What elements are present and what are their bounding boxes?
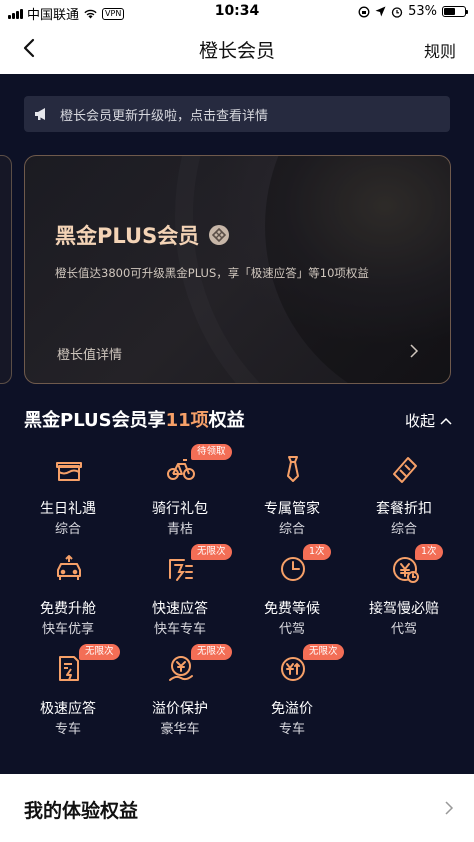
benefit-subtitle: 豪华车 bbox=[160, 722, 200, 737]
benefit-subtitle: 快车优享 bbox=[41, 622, 94, 637]
benefit-item[interactable]: 无限次 免溢价 专车 bbox=[237, 644, 347, 744]
benefit-item[interactable]: 待领取 骑行礼包 青桔 bbox=[125, 444, 235, 544]
benefit-item[interactable]: 无限次 快速应答 快车专车 bbox=[125, 544, 235, 644]
upgrade-notice[interactable]: 橙长会员更新升级啦，点击查看详情 bbox=[24, 96, 450, 132]
alarm-icon bbox=[391, 6, 403, 18]
benefit-item[interactable]: 1次 接驾慢必赔 代驾 bbox=[349, 544, 459, 644]
benefit-subtitle: 综合 bbox=[278, 522, 305, 537]
benefit-item[interactable]: 无限次 溢价保护 豪华车 bbox=[125, 644, 235, 744]
benefits-heading: 黑金PLUS会员享11项权益 bbox=[24, 406, 245, 432]
previous-card-peek[interactable] bbox=[0, 155, 12, 384]
benefits-count: 11项 bbox=[165, 410, 209, 431]
membership-title: 黑金PLUS会员 bbox=[55, 224, 200, 248]
growth-value-detail-link[interactable]: 橙长值详情 bbox=[57, 344, 122, 363]
benefit-title: 专属管家 bbox=[264, 501, 320, 517]
battery-icon bbox=[442, 6, 468, 17]
membership-description: 橙长值达3800可升级黑金PLUS，享「极速应答」等10项权益 bbox=[55, 266, 369, 280]
benefit-tag: 无限次 bbox=[191, 544, 232, 560]
membership-card[interactable]: 黑金PLUS会员 橙长值达3800可升级黑金PLUS，享「极速应答」等10项权益… bbox=[24, 155, 451, 384]
chevron-right-icon[interactable] bbox=[408, 344, 420, 358]
benefits-heading-prefix: 黑金PLUS会员享 bbox=[24, 410, 166, 431]
membership-badge-icon bbox=[209, 225, 230, 245]
benefits-heading-suffix: 权益 bbox=[208, 410, 245, 431]
megaphone-icon bbox=[35, 108, 45, 120]
trial-benefits-title: 我的体验权益 bbox=[24, 800, 139, 822]
membership-name: 黑金PLUS会员 bbox=[55, 220, 230, 250]
benefit-subtitle: 专车 bbox=[54, 722, 81, 737]
tie-icon bbox=[287, 456, 299, 482]
benefit-title: 免溢价 bbox=[271, 701, 313, 717]
chevron-up-icon bbox=[440, 417, 452, 425]
rules-link[interactable]: 规则 bbox=[424, 38, 456, 62]
benefit-title: 极速应答 bbox=[40, 701, 96, 717]
notice-text: 橙长会员更新升级啦，点击查看详情 bbox=[60, 108, 269, 124]
car-upgrade-icon bbox=[57, 555, 81, 580]
benefit-title: 骑行礼包 bbox=[152, 501, 208, 517]
collapse-label: 收起 bbox=[404, 412, 435, 430]
collapse-button[interactable]: 收起 bbox=[405, 410, 452, 431]
benefit-subtitle: 快车专车 bbox=[153, 622, 206, 637]
cake-icon bbox=[56, 462, 82, 481]
location-icon bbox=[375, 6, 386, 17]
nav-bar: 橙长会员 规则 bbox=[0, 24, 474, 74]
benefit-item[interactable]: 无限次 极速应答 专车 bbox=[13, 644, 123, 744]
benefit-subtitle: 代驾 bbox=[278, 622, 305, 637]
benefit-tag: 1次 bbox=[415, 544, 443, 560]
benefit-title: 免费升舱 bbox=[40, 601, 96, 617]
battery-percent: 53% bbox=[408, 4, 437, 19]
benefit-title: 接驾慢必赔 bbox=[369, 601, 439, 617]
benefit-tag: 无限次 bbox=[191, 644, 232, 660]
page-title: 橙长会员 bbox=[198, 40, 275, 62]
benefit-title: 生日礼遇 bbox=[40, 501, 96, 517]
benefit-item[interactable]: 生日礼遇 综合 bbox=[13, 454, 123, 544]
status-bar: 中国联通 VPN 10:34 53% bbox=[0, 0, 474, 24]
benefit-item[interactable]: 套餐折扣 综合 bbox=[349, 454, 459, 544]
benefit-title: 溢价保护 bbox=[152, 701, 208, 717]
benefit-title: 快速应答 bbox=[152, 601, 208, 617]
benefit-title: 套餐折扣 bbox=[376, 501, 432, 517]
benefit-subtitle: 青桔 bbox=[166, 522, 193, 537]
benefit-subtitle: 综合 bbox=[54, 522, 81, 537]
trial-benefits-row[interactable]: 我的体验权益 bbox=[0, 774, 474, 842]
benefit-title: 免费等候 bbox=[264, 601, 320, 617]
ticket-icon bbox=[393, 457, 417, 483]
benefit-tag: 无限次 bbox=[303, 644, 344, 660]
benefit-subtitle: 代驾 bbox=[390, 622, 417, 637]
benefit-subtitle: 专车 bbox=[278, 722, 305, 737]
rotation-lock-icon bbox=[358, 6, 370, 17]
benefit-tag: 1次 bbox=[303, 544, 331, 560]
benefit-subtitle: 综合 bbox=[390, 522, 417, 537]
benefit-tag: 待领取 bbox=[191, 444, 232, 460]
chevron-right-icon bbox=[445, 801, 454, 815]
benefit-item[interactable]: 免费升舱 快车优享 bbox=[13, 554, 123, 644]
benefit-item[interactable]: 专属管家 综合 bbox=[237, 454, 347, 544]
benefit-tag: 无限次 bbox=[79, 644, 120, 660]
benefit-item[interactable]: 1次 免费等候 代驾 bbox=[237, 544, 347, 644]
